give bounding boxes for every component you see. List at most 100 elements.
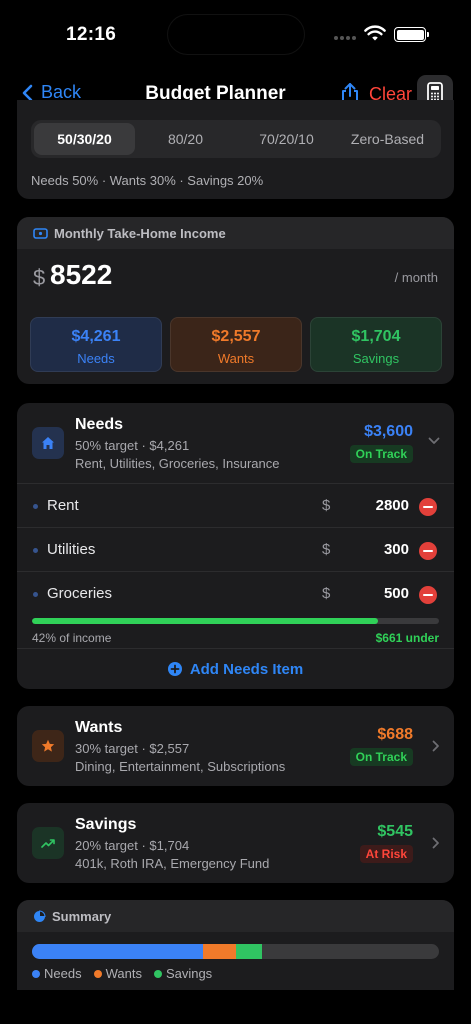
- category-amount: $545: [377, 823, 413, 840]
- needs-category-card: Needs 50% target · $4,261 Rent, Utilitie…: [17, 403, 454, 689]
- item-amount-field[interactable]: 300: [384, 541, 409, 558]
- progress-fill: [32, 618, 378, 624]
- add-needs-item-button[interactable]: Add Needs Item: [17, 648, 454, 689]
- segment-50-30-20[interactable]: 50/30/20: [34, 123, 135, 155]
- house-icon: [32, 427, 64, 459]
- segment-70-20-10[interactable]: 70/20/10: [236, 123, 337, 155]
- status-time: 12:16: [66, 24, 117, 45]
- needs-items-list: Rent $ 2800 Utilities $ 300 Groceries $ …: [17, 483, 454, 615]
- remove-item-icon[interactable]: [419, 498, 437, 516]
- savings-category-card[interactable]: Savings 20% target · $1,704 401k, Roth I…: [17, 803, 454, 883]
- status-badge: On Track: [349, 445, 413, 463]
- summary-header: Summary: [17, 900, 454, 932]
- summary-card: Summary Needs Wants Savings: [17, 900, 454, 990]
- wants-allocation-tile: $2,557 Wants: [170, 317, 302, 372]
- summary-header-label: Summary: [52, 908, 112, 924]
- item-label[interactable]: Utilities: [47, 541, 95, 558]
- legend-savings: Savings: [153, 966, 213, 981]
- summary-legend: Needs Wants Savings: [32, 966, 212, 981]
- budget-rule-card: 50/30/20 80/20 70/20/10 Zero-Based Needs…: [17, 100, 454, 199]
- needs-allocation-tile: $4,261 Needs: [30, 317, 162, 372]
- savings-allocation-tile: $1,704 Savings: [310, 317, 442, 372]
- item-label[interactable]: Rent: [47, 497, 79, 514]
- legend-label: Savings: [165, 966, 213, 981]
- rule-split-text: Needs 50% · Wants 30% · Savings 20%: [31, 173, 264, 188]
- chevron-down-icon: [428, 437, 440, 444]
- remove-item-icon[interactable]: [419, 542, 437, 560]
- status-bar: 12:16: [0, 0, 471, 70]
- tile-value: $1,704: [351, 328, 401, 345]
- wifi-icon: [364, 25, 386, 41]
- item-label[interactable]: Groceries: [47, 585, 112, 602]
- legend-wants: Wants: [93, 966, 142, 981]
- category-amount: $3,600: [364, 423, 413, 440]
- progress-left-label: 42% of income: [32, 631, 112, 645]
- plus-circle-icon: [167, 662, 182, 676]
- summary-stacked-bar: [32, 944, 439, 959]
- tile-label: Savings: [352, 351, 400, 366]
- period-label: / month: [394, 270, 438, 285]
- wants-category-header[interactable]: Wants 30% target · $2,557 Dining, Entert…: [17, 706, 454, 786]
- income-header-label: Monthly Take-Home Income: [54, 225, 226, 241]
- needs-progress: 42% of income $661 under: [32, 618, 439, 645]
- cellular-signal-icon: [334, 36, 356, 40]
- star-icon: [32, 730, 64, 762]
- summary-segment-needs: [32, 944, 203, 959]
- budget-rule-segmented-control: 50/30/20 80/20 70/20/10 Zero-Based: [31, 120, 441, 158]
- list-item: Utilities $ 300: [17, 527, 454, 571]
- legend-needs: Needs: [32, 966, 82, 981]
- item-amount-field[interactable]: 2800: [376, 497, 409, 514]
- list-item: Rent $ 2800: [17, 483, 454, 527]
- progress-right-label: $661 under: [375, 631, 439, 645]
- chevron-right-icon: [432, 837, 439, 849]
- bullet-icon: [33, 592, 38, 597]
- add-needs-item-label: Add Needs Item: [189, 660, 304, 678]
- category-name: Wants: [75, 719, 123, 736]
- income-amount[interactable]: 8522: [50, 259, 112, 291]
- segment-80-20[interactable]: 80/20: [135, 123, 236, 155]
- summary-segment-savings: [235, 944, 262, 959]
- status-badge: On Track: [349, 748, 413, 766]
- legend-label: Needs: [44, 966, 82, 981]
- bullet-icon: [33, 548, 38, 553]
- chevron-right-icon: [432, 740, 439, 752]
- battery-icon: [394, 27, 429, 42]
- needs-category-header[interactable]: Needs 50% target · $4,261 Rent, Utilitie…: [17, 403, 454, 483]
- currency-symbol: $: [322, 541, 331, 558]
- pie-chart-icon: [34, 909, 46, 922]
- legend-label: Wants: [105, 966, 142, 981]
- wants-category-card[interactable]: Wants 30% target · $2,557 Dining, Entert…: [17, 706, 454, 786]
- trend-up-icon: [32, 827, 64, 859]
- allocation-tiles: $4,261 Needs $2,557 Wants $1,704 Savings: [30, 317, 442, 372]
- category-name: Needs: [75, 416, 124, 433]
- category-target: 50% target · $4,261: [75, 438, 190, 453]
- tile-label: Wants: [217, 351, 255, 366]
- income-header: Monthly Take-Home Income: [17, 217, 454, 249]
- savings-category-header[interactable]: Savings 20% target · $1,704 401k, Roth I…: [17, 803, 454, 883]
- category-items: Dining, Entertainment, Subscriptions: [75, 759, 286, 774]
- progress-bar: [32, 618, 439, 624]
- category-items: 401k, Roth IRA, Emergency Fund: [75, 856, 270, 871]
- segment-zero-based[interactable]: Zero-Based: [337, 123, 438, 155]
- tile-value: $2,557: [211, 328, 261, 345]
- currency-symbol: $: [322, 585, 331, 602]
- list-item: Groceries $ 500: [17, 571, 454, 615]
- remove-item-icon[interactable]: [419, 586, 437, 604]
- status-badge: At Risk: [359, 845, 413, 863]
- income-card: Monthly Take-Home Income $ 8522 / month …: [17, 217, 454, 384]
- category-name: Savings: [75, 816, 137, 833]
- bullet-icon: [33, 504, 38, 509]
- income-input[interactable]: $ 8522 / month: [33, 259, 438, 299]
- category-target: 30% target · $2,557: [75, 741, 190, 756]
- category-items: Rent, Utilities, Groceries, Insurance: [75, 456, 280, 471]
- money-icon: [33, 227, 48, 239]
- category-amount: $688: [377, 726, 413, 743]
- dynamic-island: [168, 15, 304, 54]
- summary-segment-wants: [202, 944, 236, 959]
- category-target: 20% target · $1,704: [75, 838, 190, 853]
- currency-symbol: $: [33, 265, 46, 290]
- item-amount-field[interactable]: 500: [384, 585, 409, 602]
- tile-label: Needs: [77, 351, 115, 366]
- currency-symbol: $: [322, 497, 331, 514]
- tile-value: $4,261: [71, 328, 121, 345]
